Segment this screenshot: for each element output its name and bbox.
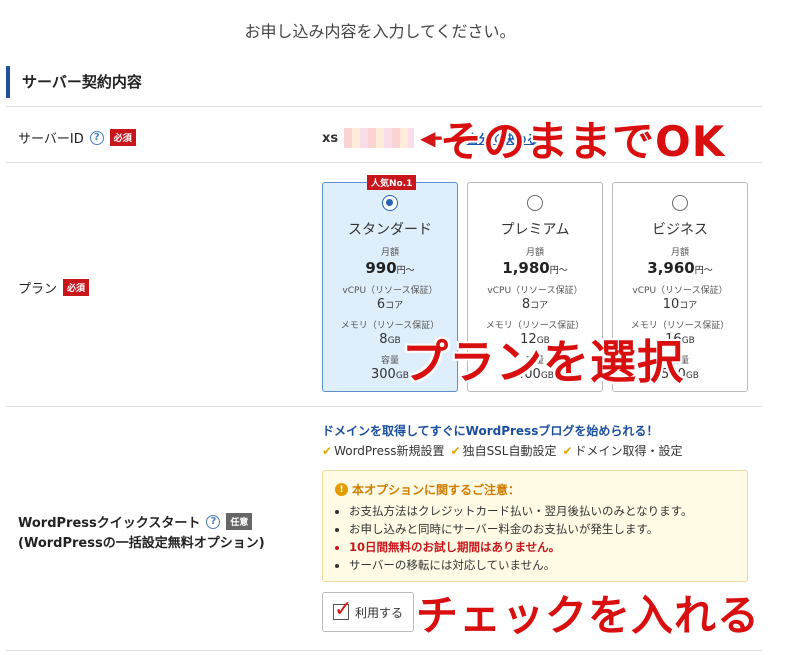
plan-radio-premium[interactable] [527,195,543,211]
notice-list: お支払方法はクレジットカード払い・翌月後払いのみとなります。 お申し込みと同時に… [335,502,735,574]
annotation-ok: そのままでOK [440,117,726,166]
divider [6,162,762,163]
plan-label-group: プラン 必須 [18,278,90,297]
plan-radio-standard[interactable] [382,195,398,211]
wordpress-label: WordPressクイックスタート [18,516,201,531]
feature-item: ✔ 独自SSL自動設定 [450,444,557,458]
monthly-label: 月額 [380,248,399,258]
wordpress-sublabel: (WordPressの一括設定無料オプション) [18,536,265,551]
notice-title: ! 本オプションに関するご注意： [335,481,735,498]
feature-item: ✔ ドメイン取得・設定 [562,444,683,458]
server-id-label-group: サーバーID ? 必須 [18,128,136,147]
plan-label: プラン [18,282,58,297]
check-icon: ✔ [322,444,333,458]
cpu-label: vCPU（リソース保証） [342,286,438,296]
plan-price: 990円～ [365,259,415,277]
notice-item: サーバーの移転には対応していません。 [349,556,735,574]
cpu-label: vCPU（リソース保証） [632,286,728,296]
use-option-checkbox[interactable]: 利用する [322,592,414,632]
monthly-label: 月額 [670,248,689,258]
warning-icon: ! [335,483,348,496]
annotation-check: チェックを入れる [416,591,761,640]
wordpress-label-group: WordPressクイックスタート ? 任意 [18,512,253,531]
cpu-label: vCPU（リソース保証） [487,286,583,296]
plan-price: 1,980円～ [502,259,568,277]
help-icon[interactable]: ? [206,514,221,529]
cpu-value: 6コア [376,297,404,312]
server-id-label: サーバーID [18,132,84,147]
section-title: サーバー契約内容 [6,66,762,98]
required-badge: 必須 [109,129,136,146]
notice-item: お申し込みと同時にサーバー料金のお支払いが発生します。 [349,520,735,538]
notice-item: お支払方法はクレジットカード払い・翌月後払いのみとなります。 [349,502,735,520]
masked-id [344,128,415,148]
optional-badge: 任意 [226,513,253,530]
wordpress-features: ✔ WordPress新規設置 ✔ 独自SSL自動設定 ✔ ドメイン取得・設定 [322,442,683,459]
plan-radio-business[interactable] [672,195,688,211]
check-icon: ✔ [450,444,461,458]
checkbox[interactable] [333,597,352,622]
page-intro: お申し込み内容を入力してください。 [244,22,516,41]
help-icon[interactable]: ? [89,130,104,145]
plan-name: ビジネス [652,222,708,238]
plan-name: スタンダード [348,222,432,238]
check-icon: ✔ [562,444,573,458]
cpu-value: 8コア [521,297,549,312]
use-option-label: 利用する [355,605,404,620]
divider [6,406,762,407]
server-id-prefix: xs [322,130,339,146]
cpu-value: 10コア [662,297,698,312]
option-notice: ! 本オプションに関するご注意： お支払方法はクレジットカード払い・翌月後払いの… [322,470,748,582]
plan-price: 3,960円～ [647,259,713,277]
plan-name: プレミアム [500,222,570,238]
wordpress-lead: ドメインを取得してすぐにWordPressブログを始められる！ [322,424,659,438]
monthly-label: 月額 [525,248,544,258]
required-badge: 必須 [63,279,90,296]
divider [6,106,762,107]
popular-badge: 人気No.1 [367,175,417,190]
divider [6,650,762,651]
annotation-plan: プランを選択 [402,335,684,389]
notice-item-warning: 10日間無料のお試し期間はありません。 [349,538,735,556]
feature-item: ✔ WordPress新規設置 [322,444,445,458]
